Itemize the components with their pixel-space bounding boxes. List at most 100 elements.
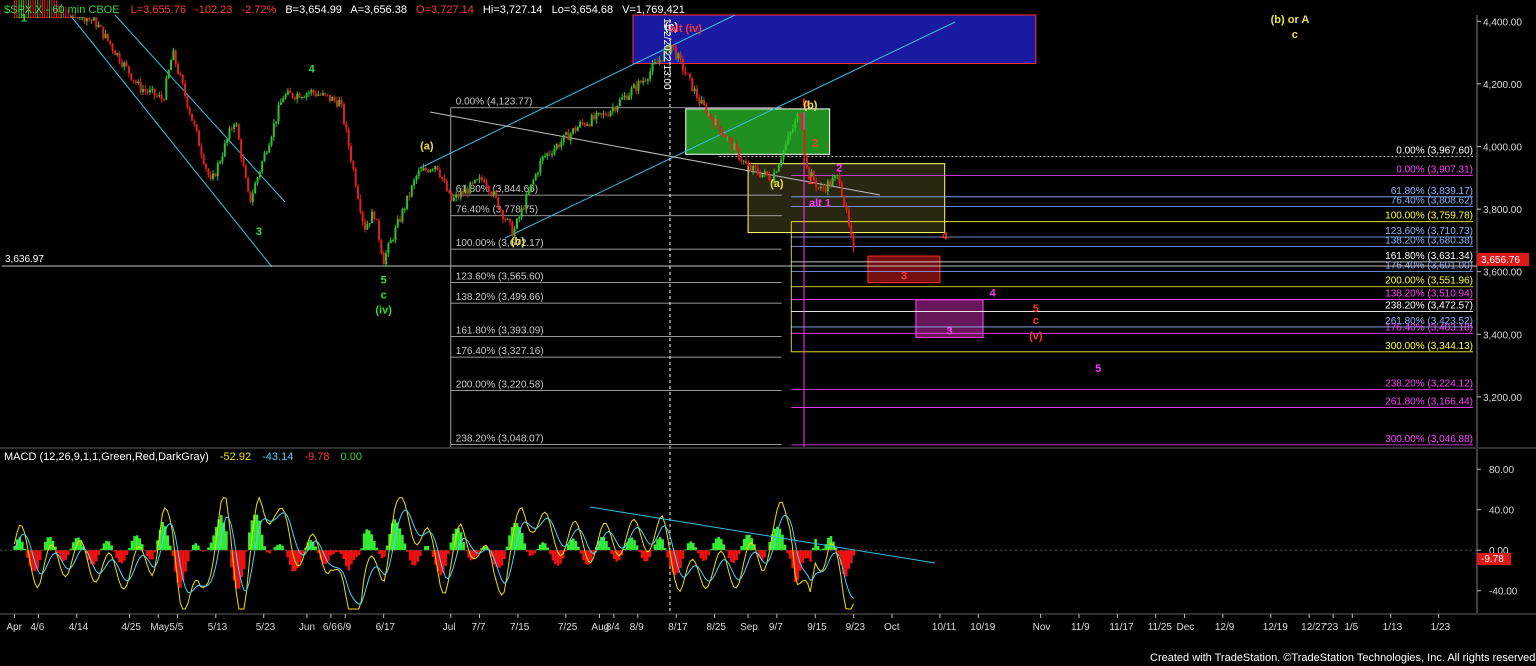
macd-histogram-bar: [276, 545, 279, 551]
macd-histogram-bar: [630, 537, 634, 551]
candle-body: [270, 136, 273, 146]
candle-body: [702, 100, 705, 106]
macd-histogram-bar: [110, 545, 113, 551]
candle-body: [583, 123, 586, 126]
candle-body: [184, 83, 187, 96]
wave-label: alt 1: [809, 198, 831, 210]
wave-label: c: [381, 289, 387, 301]
candle-body: [392, 240, 395, 242]
candle-body: [572, 128, 575, 134]
candle-body: [312, 89, 315, 93]
candle-body: [389, 240, 392, 244]
macd-histogram-bar: [809, 550, 812, 562]
candle-body: [740, 159, 743, 162]
wave-label: 2: [836, 163, 842, 175]
candle-body: [642, 80, 645, 83]
date-tick-label: 12/27: [1301, 622, 1326, 633]
candle-body: [761, 174, 764, 177]
macd-histogram-bar: [426, 545, 430, 551]
date-tick-label: Jul: [443, 622, 456, 633]
date-tick-label: Apr: [6, 622, 22, 633]
macd-histogram-bar: [661, 539, 664, 551]
candle-body: [483, 179, 486, 183]
candle-body: [831, 178, 834, 186]
candle-body: [459, 191, 462, 198]
candle-body: [677, 53, 680, 59]
macd-histogram-bar: [783, 544, 787, 551]
candle-body: [18, 17, 21, 18]
candle-body: [462, 191, 465, 194]
date-tick-label: 5/5: [169, 622, 183, 633]
date-tick-label: 1/5: [1344, 622, 1358, 633]
candle-body: [843, 195, 846, 207]
price-tick-label: 3,600.00: [1483, 268, 1522, 279]
candle-body: [443, 178, 446, 182]
macd-histogram-bar: [424, 546, 427, 551]
last-price-label: 3,656.76: [1481, 255, 1520, 266]
candle-body: [798, 114, 801, 116]
candle-body: [733, 143, 736, 150]
candle-body: [338, 100, 341, 107]
candle-body: [202, 155, 205, 165]
candle-body: [602, 113, 605, 115]
zone-green: [685, 108, 831, 155]
candle-body: [104, 33, 107, 39]
candle-body: [485, 182, 488, 187]
macd-histogram-bar: [543, 543, 547, 551]
candle-body: [415, 175, 418, 181]
candle-body: [625, 95, 628, 100]
candle-body: [452, 197, 455, 201]
candle-body: [102, 26, 105, 39]
candle-body: [113, 50, 116, 55]
candle-body: [569, 133, 572, 141]
candle-body: [88, 18, 91, 20]
candle-body: [819, 186, 822, 189]
fib-label: 238.20% (3,048.07): [456, 433, 544, 444]
left-level-label: 3,636.97: [5, 254, 44, 265]
candle-body: [120, 62, 123, 67]
candle-body: [317, 94, 320, 96]
candle-body: [408, 195, 411, 197]
macd-histogram-bar: [717, 537, 720, 551]
candle-body: [174, 50, 177, 65]
candle-body: [307, 92, 310, 94]
candle-body: [92, 17, 95, 21]
candle-body: [354, 168, 357, 187]
fib-label: 138.20% (3,499.66): [456, 292, 544, 303]
macd-histogram-bar: [288, 550, 292, 565]
wave-label: 5: [1095, 363, 1101, 375]
date-tick-label: '23: [1325, 622, 1338, 633]
macd-histogram-bar: [559, 550, 562, 564]
macd-histogram-bar: [643, 550, 647, 562]
candle-body: [268, 145, 271, 153]
candle-body: [116, 53, 119, 55]
candle-body: [137, 81, 140, 83]
candle-body: [719, 126, 722, 134]
candle-body: [130, 73, 133, 80]
macd-histogram-bar: [612, 550, 616, 560]
macd-last-label: -9.78: [1481, 554, 1504, 565]
candle-body: [586, 124, 589, 126]
macd-histogram-bar: [730, 550, 733, 563]
candle-body: [700, 100, 703, 104]
candle-body: [83, 17, 86, 22]
candle-body: [745, 160, 748, 164]
candle-body: [705, 105, 708, 115]
date-tick-label: 9/23: [846, 622, 866, 633]
date-tick-label: 4/14: [69, 622, 89, 633]
candle-body: [195, 124, 198, 131]
price-tick-label: 4,000.00: [1483, 142, 1522, 153]
candle-body: [777, 164, 780, 172]
candle-body: [717, 118, 720, 127]
candle-body: [490, 191, 493, 196]
macd-histogram-bar: [403, 543, 407, 551]
candle-body: [593, 115, 596, 120]
candle-body: [436, 166, 439, 171]
candle-body: [424, 168, 427, 171]
macd-signal-value: -43.14: [262, 451, 293, 463]
macd-histogram-bar: [607, 547, 611, 551]
candle-body: [448, 190, 451, 193]
macd-histogram-bar: [735, 550, 738, 561]
zone-yellow: [747, 163, 946, 234]
candle-body: [296, 93, 299, 100]
